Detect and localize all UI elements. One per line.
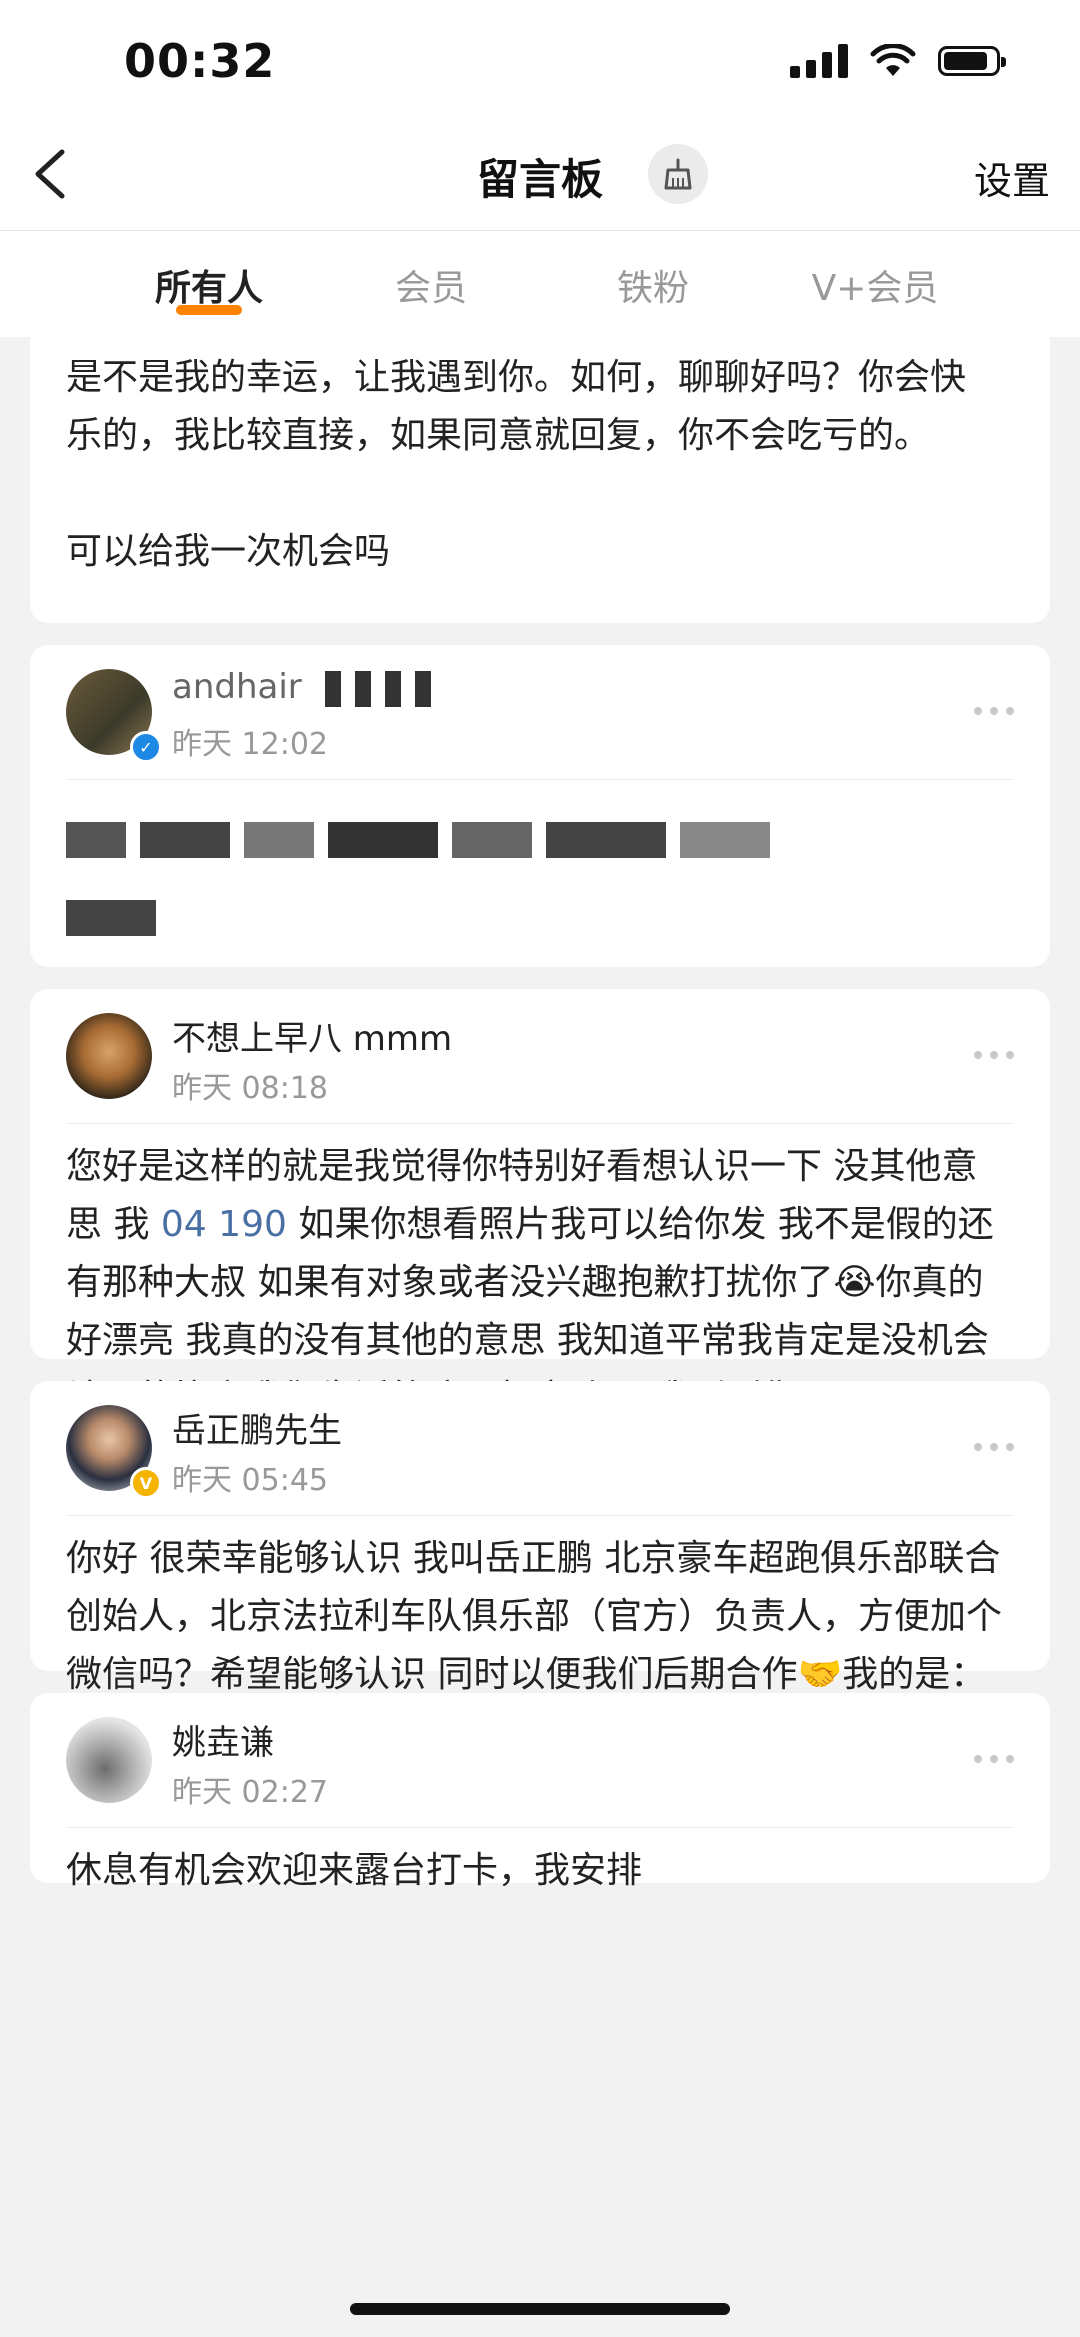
message-line: 是不是我的幸运，让我遇到你。如何，聊聊好吗？你会快 (66, 357, 967, 398)
battery-fill (944, 52, 987, 70)
redaction-mark (354, 670, 371, 707)
audience-tabs: 所有人 会员 铁粉 V+会员 (0, 231, 1080, 337)
more-options-icon[interactable] (974, 1443, 1014, 1451)
settings-button[interactable]: 设置 (974, 150, 1050, 205)
verified-badge-icon: ✓ (130, 731, 162, 763)
message-card: 不想上早八 mmm 昨天 08:18 您好是这样的就是我觉得你特别好看想认识一下… (30, 989, 1050, 1486)
username[interactable]: andhair (172, 667, 445, 707)
page-title: 留言板 (476, 155, 603, 204)
message-card: V 岳正鹏先生 昨天 05:45 你好 很荣幸能够认识 我叫岳正鹏 北京豪车超跑… (30, 1381, 1050, 1753)
wifi-icon (870, 44, 916, 76)
redaction-mark (324, 670, 341, 707)
message-card: ✓ andhair 昨天 12:02 (30, 645, 1050, 967)
tab-members[interactable]: 会员 (320, 231, 542, 337)
message-body-redacted (30, 780, 1050, 946)
avatar[interactable] (66, 1013, 152, 1099)
username[interactable]: 姚垚谦 (172, 1715, 274, 1764)
message-card: 是不是我的幸运，让我遇到你。如何，聊聊好吗？你会快 乐的，我比较直接，如果同意就… (30, 337, 1050, 623)
tab-fans[interactable]: 铁粉 (542, 231, 764, 337)
cellular-signal-icon (790, 44, 848, 78)
tab-all[interactable]: 所有人 (98, 231, 320, 337)
timestamp: 昨天 08:18 (172, 1071, 328, 1106)
message-header: ✓ andhair 昨天 12:02 (66, 645, 1014, 780)
battery-icon (938, 46, 1006, 76)
broom-glyph-icon (664, 158, 692, 190)
status-bar: 00:32 (0, 0, 1080, 120)
message-body: 休息有机会欢迎来露台打卡，我安排 (66, 1850, 643, 1891)
status-icons (790, 44, 1006, 78)
message-header: 姚垚谦 昨天 02:27 (66, 1693, 1014, 1828)
message-card: 姚垚谦 昨天 02:27 休息有机会欢迎来露台打卡，我安排 (30, 1693, 1050, 1891)
username[interactable]: 岳正鹏先生 (172, 1403, 342, 1452)
redacted-line (66, 810, 1006, 868)
username-text: andhair (172, 667, 302, 707)
username[interactable]: 不想上早八 mmm (172, 1011, 452, 1060)
timestamp: 昨天 05:45 (172, 1463, 328, 1498)
home-indicator[interactable] (350, 2303, 730, 2315)
nav-bar: 留言板 设置 (0, 120, 1080, 231)
number-link[interactable]: 04 190 (161, 1204, 287, 1245)
message-body: 是不是我的幸运，让我遇到你。如何，聊聊好吗？你会快 乐的，我比较直接，如果同意就… (30, 337, 1050, 581)
timestamp: 昨天 02:27 (172, 1775, 328, 1810)
tab-vplus-members[interactable]: V+会员 (764, 231, 986, 337)
verified-badge-icon: V (130, 1467, 162, 1499)
message-list: 是不是我的幸运，让我遇到你。如何，聊聊好吗？你会快 乐的，我比较直接，如果同意就… (30, 337, 1050, 1905)
avatar[interactable] (66, 1717, 152, 1803)
message-header: 不想上早八 mmm 昨天 08:18 (66, 989, 1014, 1124)
message-header: V 岳正鹏先生 昨天 05:45 (66, 1381, 1014, 1516)
more-options-icon[interactable] (974, 707, 1014, 715)
more-options-icon[interactable] (974, 1051, 1014, 1059)
timestamp: 昨天 12:02 (172, 727, 328, 762)
status-time: 00:32 (124, 34, 276, 88)
redaction-mark (384, 670, 401, 707)
redaction-mark (414, 670, 431, 707)
clear-broom-icon[interactable] (648, 144, 708, 204)
redacted-line (66, 888, 1006, 946)
message-line: 乐的，我比较直接，如果同意就回复，你不会吃亏的。 (66, 415, 931, 456)
message-line: 可以给我一次机会吗 (66, 531, 391, 572)
more-options-icon[interactable] (974, 1755, 1014, 1763)
